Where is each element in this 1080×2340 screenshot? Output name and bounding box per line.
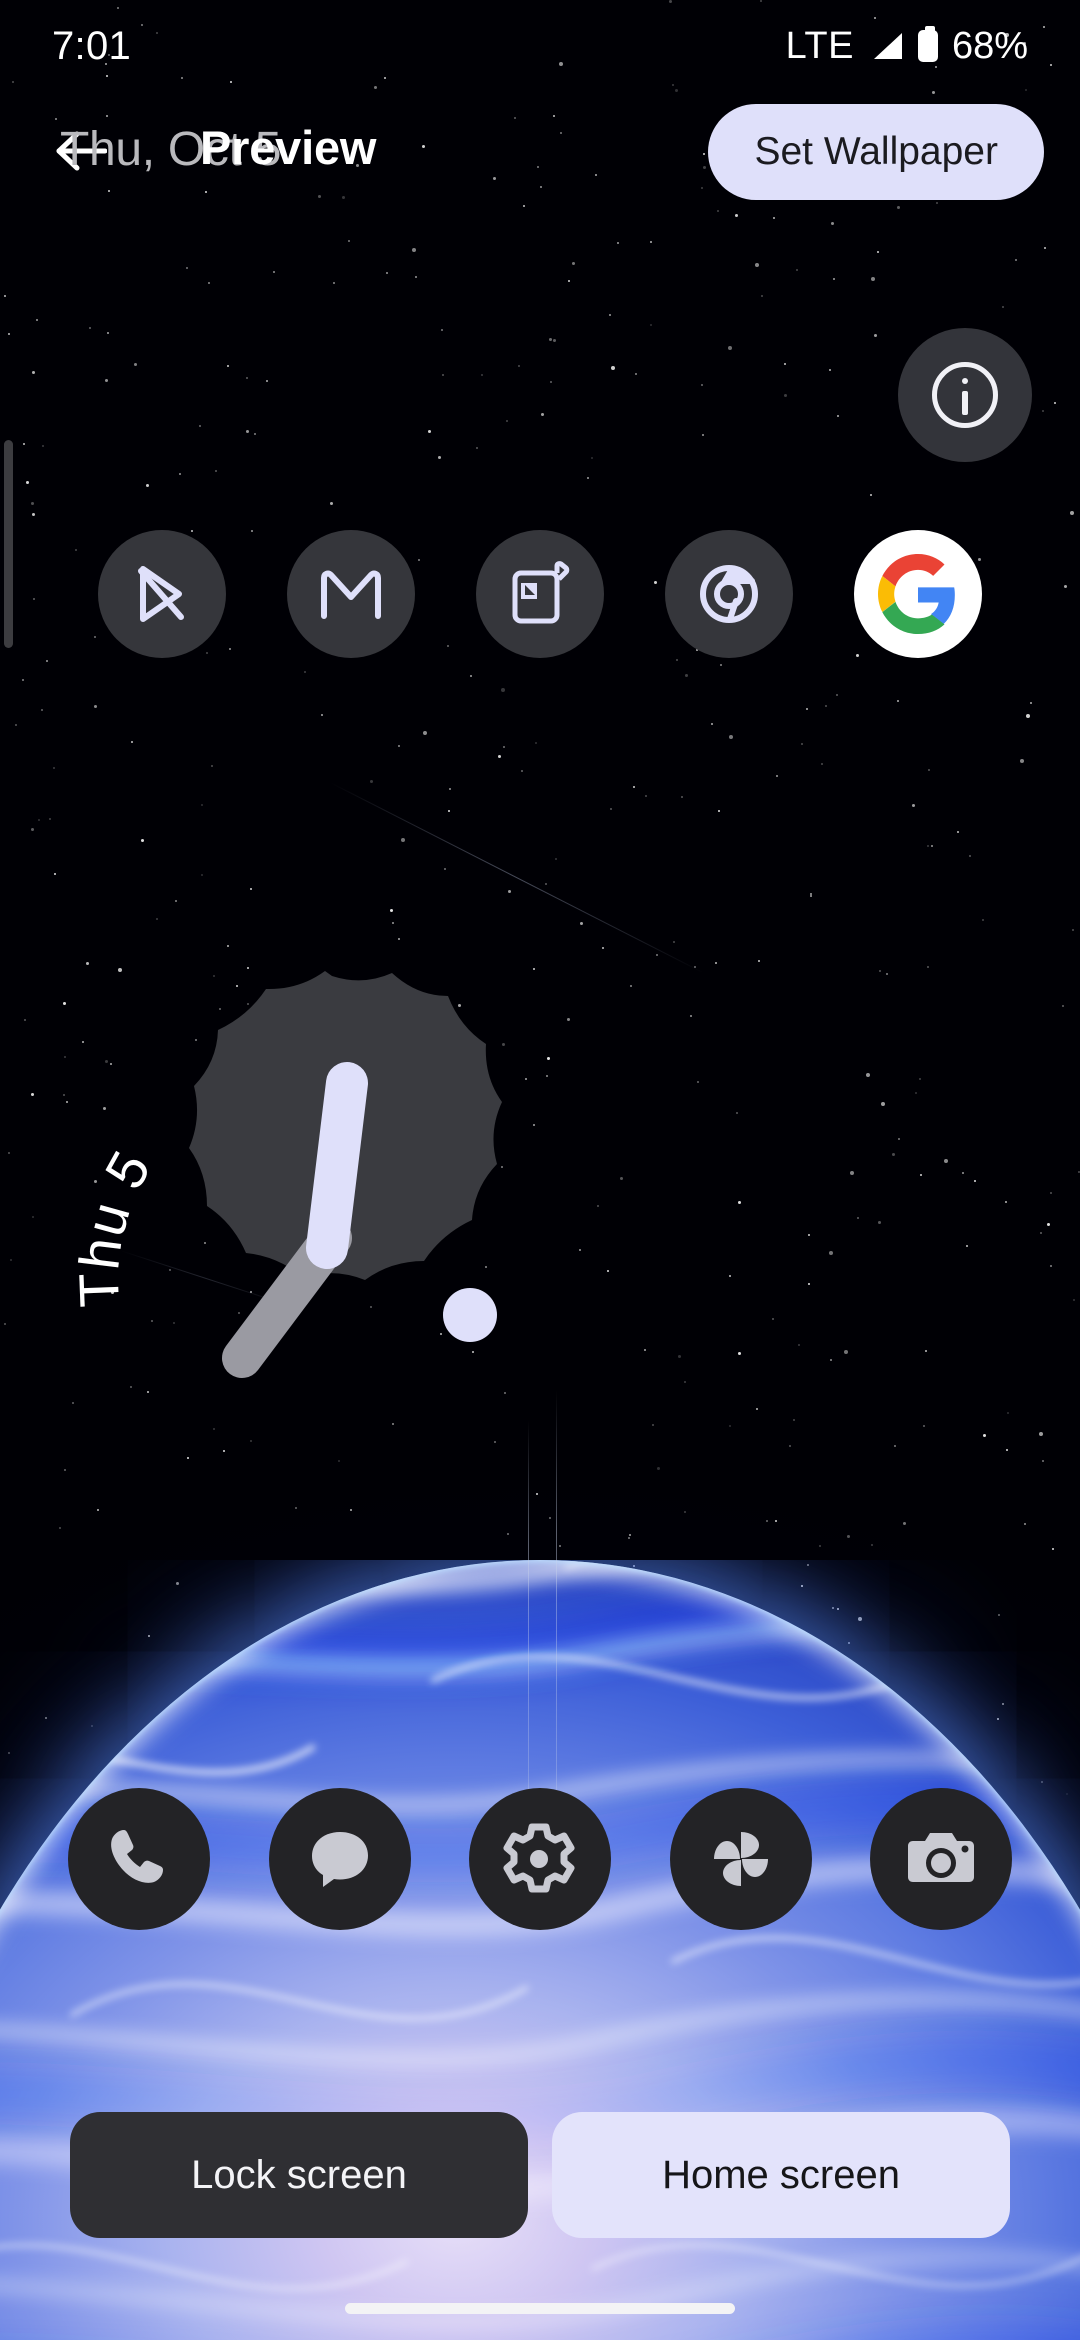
dock-icon-photos[interactable] <box>669 1788 812 1930</box>
battery-percent-label: 68% <box>951 24 1028 67</box>
status-bar-right: LTE 68% <box>786 25 1028 68</box>
info-icon <box>932 362 998 428</box>
camera-icon <box>908 1833 974 1882</box>
dock-icon-camera[interactable] <box>870 1788 1012 1930</box>
app-icon-chrome[interactable] <box>665 530 793 658</box>
clock-widget[interactable]: Thu 5 <box>52 958 612 1518</box>
app-icon-gmail[interactable] <box>287 530 415 658</box>
screen-tab-group: Lock screen Home screen <box>70 2112 1010 2238</box>
tab-lock-screen[interactable]: Lock screen <box>70 2112 528 2238</box>
dock-icon-settings[interactable] <box>469 1788 611 1930</box>
network-type-label: LTE <box>785 24 854 67</box>
status-bar-clock: 7:01 <box>52 23 132 68</box>
home-screen-dock <box>0 1788 1080 1930</box>
chrome-icon <box>700 565 758 623</box>
tab-home-screen[interactable]: Home screen <box>552 2112 1010 2238</box>
gmail-icon <box>321 570 381 619</box>
gesture-nav-handle[interactable] <box>345 2302 735 2314</box>
wallpaper-info-button[interactable] <box>898 328 1032 462</box>
gear-icon <box>503 1823 575 1893</box>
home-screen-app-row <box>0 530 1080 658</box>
google-g-icon <box>878 554 955 634</box>
app-icon-wallet[interactable] <box>476 530 604 658</box>
set-wallpaper-button[interactable]: Set Wallpaper <box>708 104 1044 200</box>
wallet-icon <box>512 561 570 624</box>
page-title: Preview <box>200 121 377 174</box>
header-bar: Thu, Oct 5 Preview Set Wallpaper <box>0 96 1080 206</box>
svg-text:Thu 5: Thu 5 <box>67 1140 163 1309</box>
dock-icon-phone[interactable] <box>68 1788 210 1930</box>
play-store-icon <box>138 566 184 622</box>
app-icon-google[interactable] <box>854 530 982 658</box>
clock-widget-date: Thu 5 <box>67 1140 162 1309</box>
phone-icon <box>111 1830 163 1883</box>
dock-icon-messages[interactable] <box>268 1788 411 1930</box>
navigation-bar <box>0 2276 1080 2340</box>
app-icon-play-store[interactable] <box>98 530 226 658</box>
status-bar: 7:01 LTE 68% <box>0 0 1080 92</box>
photos-pinwheel-icon <box>713 1832 768 1886</box>
signal-bars-icon <box>873 33 902 59</box>
clock-widget-face: Thu 5 <box>67 971 502 1378</box>
clock-marker-dot <box>443 1288 497 1342</box>
clock-minute-hand <box>306 1062 368 1269</box>
battery-icon <box>917 26 938 62</box>
messages-icon <box>311 1832 368 1887</box>
